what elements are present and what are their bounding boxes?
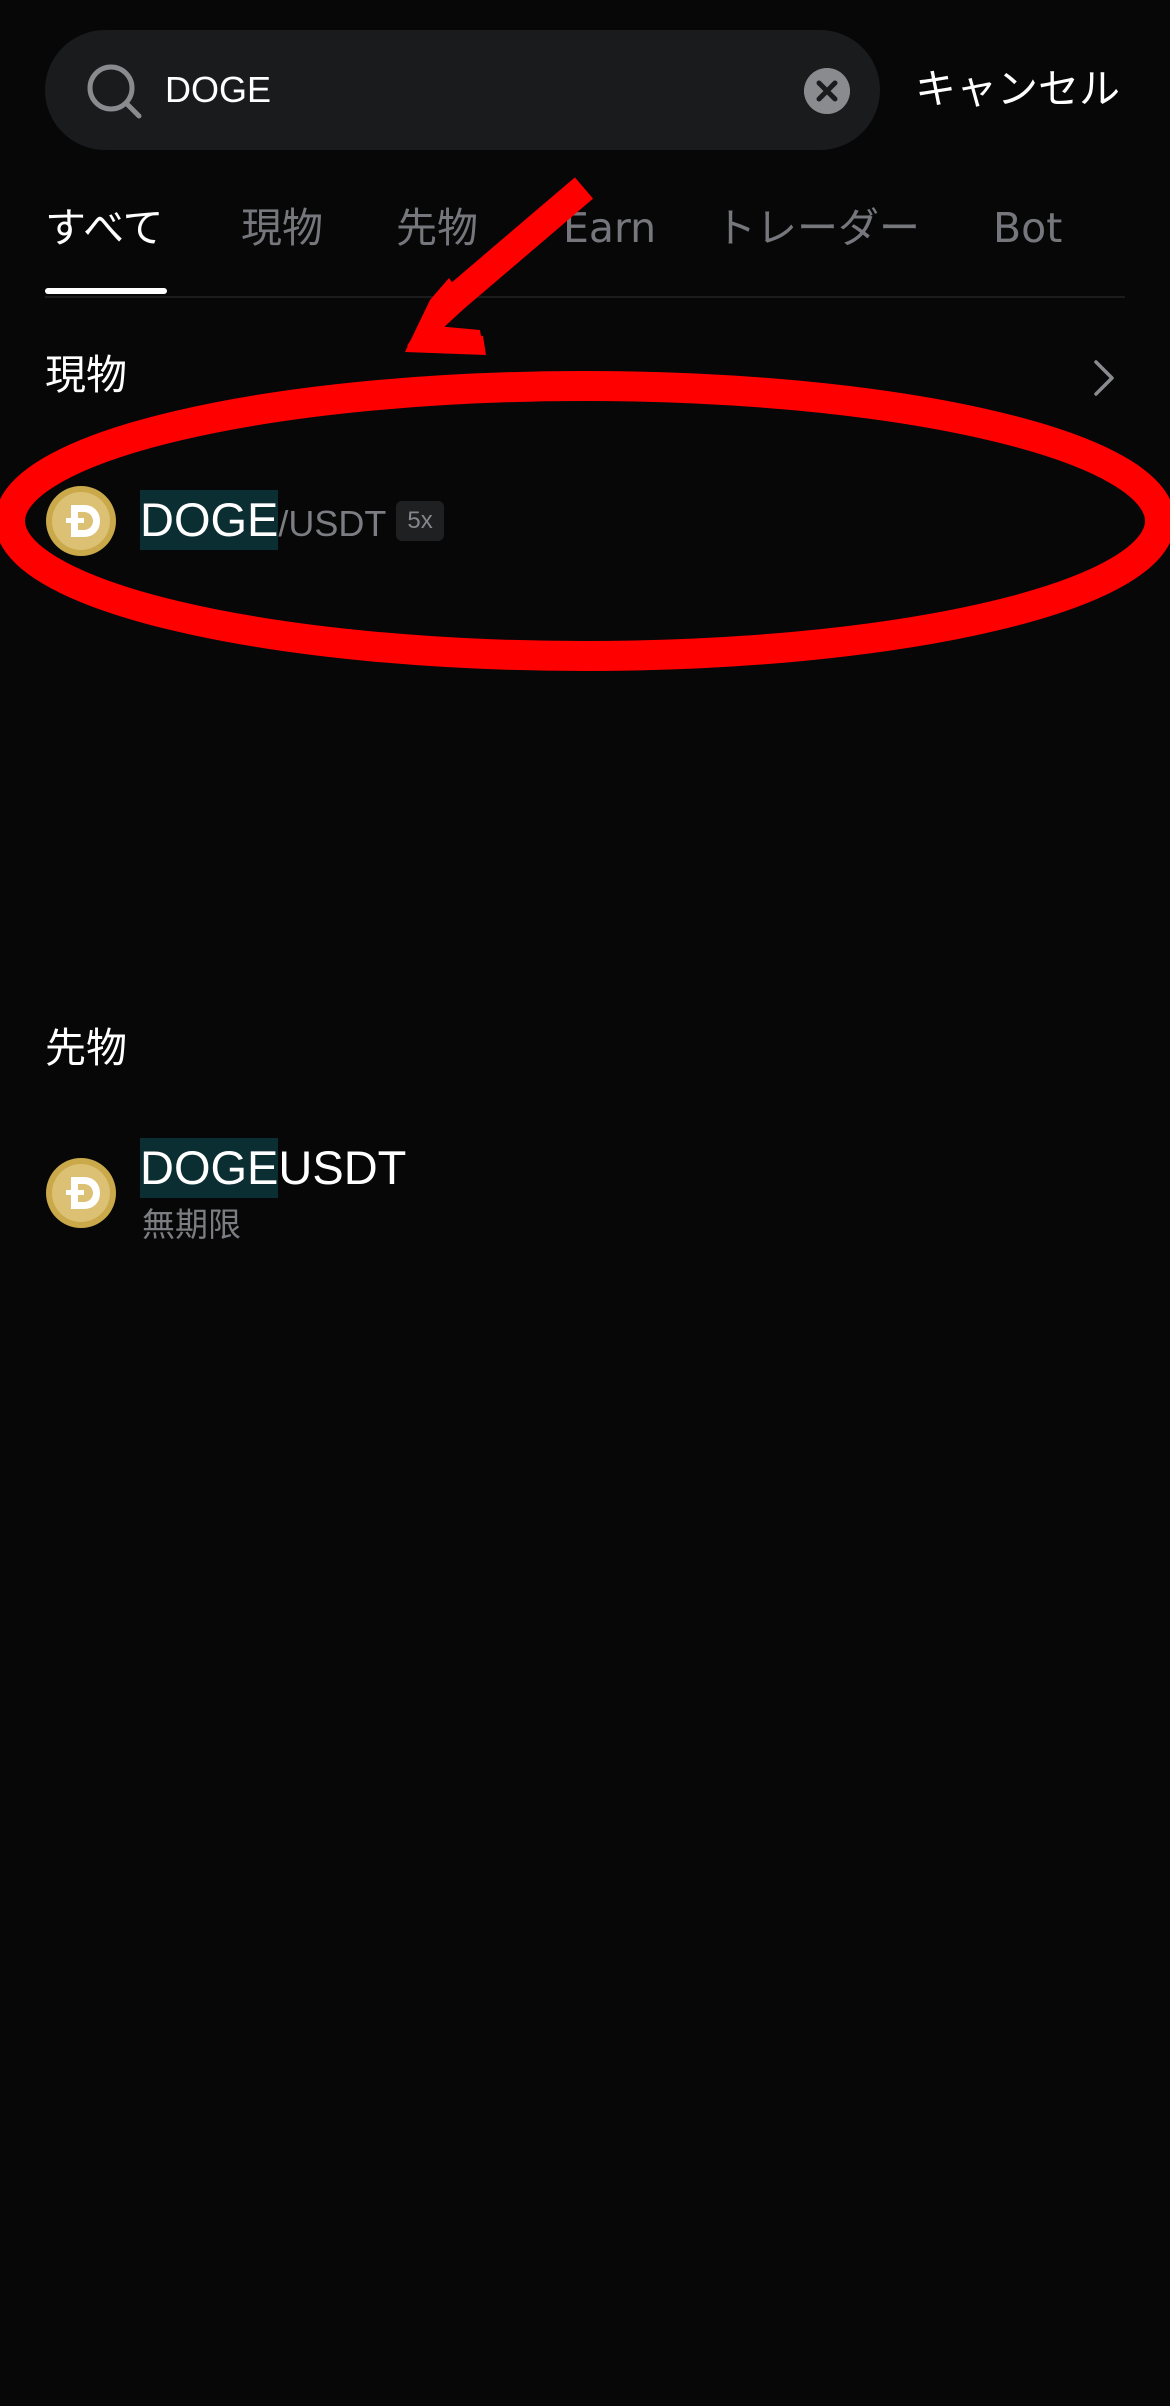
- leverage-badge: 5x: [396, 501, 444, 541]
- pair-quote: /USDT: [278, 503, 387, 544]
- tab-bot[interactable]: Bot: [993, 200, 1062, 256]
- contract-type: 無期限: [142, 1205, 241, 1244]
- active-tab-indicator: [45, 288, 167, 294]
- search-input[interactable]: [165, 56, 725, 124]
- dogecoin-logo-icon: [46, 486, 116, 556]
- clear-icon[interactable]: [804, 68, 850, 114]
- futures-section-title: 先物: [45, 1024, 127, 1072]
- tab-spot[interactable]: 現物: [241, 200, 323, 256]
- tab-traders[interactable]: トレーダー: [715, 200, 920, 256]
- pair-base-highlight: DOGE: [140, 490, 279, 550]
- tabs-divider: [45, 296, 1125, 298]
- tab-all[interactable]: すべて: [45, 200, 164, 256]
- dogecoin-logo-icon: [46, 1158, 116, 1228]
- contract-base-rest: USDT: [278, 1141, 407, 1194]
- category-tabs: すべて 現物 先物 Earn トレーダー Bot: [45, 190, 1125, 296]
- tab-earn[interactable]: Earn: [563, 200, 656, 256]
- cancel-button[interactable]: キャンセル: [915, 58, 1120, 120]
- tab-futures[interactable]: 先物: [396, 200, 478, 256]
- search-icon: [87, 64, 142, 119]
- spot-section-title: 現物: [45, 351, 127, 399]
- contract-base-highlight: DOGE: [140, 1138, 279, 1198]
- chevron-right-icon[interactable]: [1090, 358, 1118, 398]
- search-bar[interactable]: [45, 30, 880, 150]
